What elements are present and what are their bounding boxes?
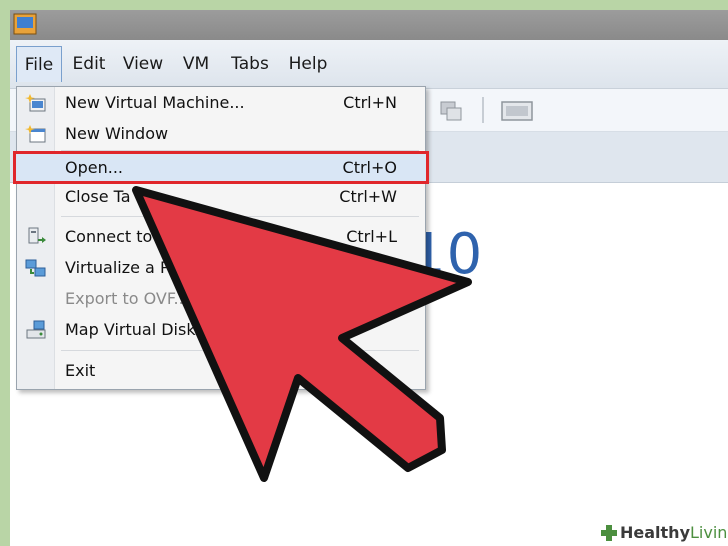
menu-item-shortcut: Ctrl+L [346,227,397,246]
menu-bar: File Edit View VM Tabs Help [10,40,728,89]
menu-item-virtualize[interactable]: Virtualize a P [17,253,425,283]
app-icon [13,13,37,35]
menu-item-new-window[interactable]: New Window [17,119,425,149]
full-screen-icon[interactable] [500,99,534,123]
menu-item-exit[interactable]: Exit [17,356,425,386]
menu-item-open[interactable]: Open... Ctrl+O [13,151,429,184]
new-window-icon [25,125,46,143]
menu-vm[interactable]: VM [178,46,214,82]
menu-item-shortcut: Ctrl+W [339,187,397,206]
connect-icon [28,227,46,244]
menu-item-label: New Virtual Machine... [65,93,245,112]
menu-help[interactable]: Help [284,46,332,82]
menu-item-label: Close Ta [65,187,131,206]
watermark-logo-icon [601,525,617,541]
snapshot-manager-icon[interactable] [438,99,464,123]
menu-item-label: Exit [65,361,96,380]
menu-file[interactable]: File [16,46,62,82]
menu-view[interactable]: View [120,46,166,82]
watermark: HealthyLiving [596,520,728,546]
menu-item-label: New Window [65,124,169,143]
menu-edit[interactable]: Edit [68,46,110,82]
menu-item-export-ovf: Export to OVF... [17,284,425,314]
menu-item-label: Open... [65,158,123,177]
menu-item-shortcut: Ctrl+O [342,158,397,177]
title-bar [10,10,728,40]
menu-separator [61,350,419,351]
virtualize-icon [25,259,46,277]
menu-item-label: Map Virtual Disks [65,320,204,339]
menu-item-connect-to-server[interactable]: Connect to Ctrl+L [17,222,425,252]
menu-item-shortcut: Ctrl+N [343,93,397,112]
menu-item-new-virtual-machine[interactable]: New Virtual Machine... Ctrl+N [17,88,425,118]
file-menu-dropdown: New Virtual Machine... Ctrl+N New Window… [13,86,429,390]
menu-item-label: Export to OVF... [65,289,189,308]
watermark-text: HealthyLiving [620,523,728,542]
toolbar-separator [482,97,484,123]
menu-tabs[interactable]: Tabs [226,46,274,82]
menu-separator [61,216,419,217]
new-vm-icon [25,94,46,112]
menu-item-map-virtual-disks[interactable]: Map Virtual Disks [17,315,425,345]
menu-item-label: Connect to [65,227,153,246]
menu-item-close-tab[interactable]: Close Ta Ctrl+W [17,182,425,212]
menu-item-label: Virtualize a P [65,258,170,277]
map-disks-icon [26,320,46,339]
